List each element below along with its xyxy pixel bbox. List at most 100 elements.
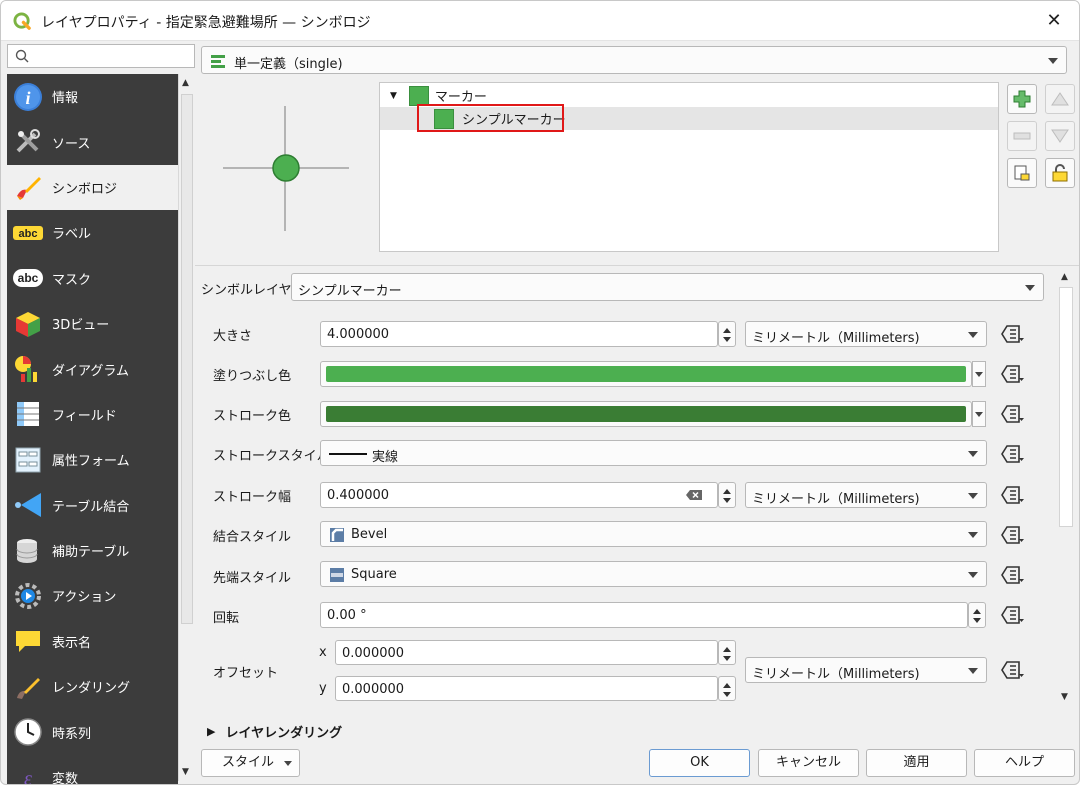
close-icon[interactable]: ✕ bbox=[1043, 10, 1065, 32]
move-up-button[interactable] bbox=[1045, 84, 1075, 114]
bevel-join-icon bbox=[330, 528, 344, 542]
stroke-color-dropdown[interactable] bbox=[972, 401, 986, 427]
size-unit-select[interactable]: ミリメートル（Millimeters) bbox=[745, 321, 987, 347]
scroll-down-icon[interactable]: ▼ bbox=[182, 767, 189, 777]
style-menu-button[interactable]: スタイル bbox=[201, 749, 300, 777]
scroll-thumb[interactable] bbox=[181, 94, 193, 624]
lock-icon bbox=[1052, 164, 1068, 182]
sidebar-item-diagram[interactable]: ダイアグラム bbox=[7, 346, 178, 391]
data-defined-override-icon[interactable] bbox=[999, 483, 1027, 507]
single-symbol-icon bbox=[211, 55, 225, 68]
offset-unit-select[interactable]: ミリメートル（Millimeters) bbox=[745, 657, 987, 683]
join-style-select[interactable]: Bevel bbox=[320, 521, 987, 547]
layer-rendering-toggle[interactable]: ▶ レイヤレンダリング bbox=[207, 722, 342, 741]
search-icon bbox=[15, 49, 29, 63]
cap-style-select[interactable]: Square bbox=[320, 561, 987, 587]
cap-style-label: 先端スタイル bbox=[213, 571, 292, 586]
lock-layer-button[interactable] bbox=[1045, 158, 1075, 188]
svg-text:i: i bbox=[25, 88, 30, 108]
stroke-style-label: ストロークスタイル bbox=[213, 449, 330, 464]
sidebar-item-display-name[interactable]: 表示名 bbox=[7, 619, 178, 664]
sidebar-item-label: マスク bbox=[52, 272, 92, 288]
sidebar-item-actions[interactable]: アクション bbox=[7, 573, 178, 618]
sidebar-item-label: 属性フォーム bbox=[52, 454, 130, 470]
window-title: レイヤプロパティ - 指定緊急避難場所 — シンボロジ bbox=[41, 15, 371, 31]
data-defined-override-icon[interactable] bbox=[999, 362, 1027, 386]
rotation-input[interactable]: 0.00 ° bbox=[320, 602, 968, 628]
sidebar-item-attribute-form[interactable]: 属性フォーム bbox=[7, 437, 178, 482]
scroll-thumb[interactable] bbox=[1059, 287, 1073, 527]
size-spinner[interactable] bbox=[718, 321, 736, 347]
apply-button[interactable]: 適用 bbox=[866, 749, 967, 777]
scroll-up-icon[interactable]: ▲ bbox=[182, 78, 189, 88]
sidebar-item-label: シンボロジ bbox=[52, 181, 118, 197]
sidebar-item-label: ソース bbox=[52, 136, 91, 152]
sidebar-scrollbar[interactable]: ▲ ▼ bbox=[178, 74, 195, 781]
chevron-down-icon bbox=[968, 668, 978, 674]
sidebar-item-rendering[interactable]: レンダリング bbox=[7, 664, 178, 709]
fill-color-dropdown[interactable] bbox=[972, 361, 986, 387]
move-down-button[interactable] bbox=[1045, 121, 1075, 151]
offset-y-input[interactable]: 0.000000 bbox=[335, 676, 718, 701]
sidebar-item-fields[interactable]: フィールド bbox=[7, 392, 178, 437]
sidebar-item-temporal[interactable]: 時系列 bbox=[7, 709, 178, 754]
sidebar-item-symbology[interactable]: シンボロジ bbox=[7, 164, 178, 211]
data-defined-override-icon[interactable] bbox=[999, 563, 1027, 587]
diagram-icon bbox=[12, 353, 44, 385]
join-style-label: 結合スタイル bbox=[213, 530, 292, 545]
data-defined-override-icon[interactable] bbox=[999, 402, 1027, 426]
mask-abc-icon: abc bbox=[12, 262, 44, 294]
renderer-select[interactable]: 単一定義（single) bbox=[201, 46, 1067, 74]
sidebar-item-auxiliary-table[interactable]: 補助テーブル bbox=[7, 528, 178, 573]
chevron-down-icon bbox=[975, 372, 983, 377]
svg-text:abc: abc bbox=[18, 271, 39, 285]
sidebar-search-input[interactable] bbox=[7, 44, 195, 68]
sidebar-item-info[interactable]: i 情報 bbox=[7, 74, 178, 119]
stroke-style-select[interactable]: 実線 bbox=[320, 440, 987, 466]
data-defined-override-icon[interactable] bbox=[999, 322, 1027, 346]
properties-scrollbar[interactable]: ▲ ▼ bbox=[1057, 269, 1075, 705]
offset-x-input[interactable]: 0.000000 bbox=[335, 640, 718, 665]
data-defined-override-icon[interactable] bbox=[999, 658, 1027, 682]
stroke-color-button[interactable] bbox=[320, 401, 972, 427]
sidebar-item-3d-view[interactable]: 3Dビュー bbox=[7, 301, 178, 346]
sidebar-item-mask[interactable]: abc マスク bbox=[7, 256, 178, 301]
sidebar-item-label: テーブル結合 bbox=[52, 499, 130, 515]
data-defined-override-icon[interactable] bbox=[999, 603, 1027, 627]
clear-icon[interactable] bbox=[685, 489, 703, 501]
offset-x-spinner[interactable] bbox=[718, 640, 736, 665]
sidebar-item-variables[interactable]: ε 変数 bbox=[7, 755, 178, 784]
sidebar-item-source[interactable]: ソース bbox=[7, 119, 178, 164]
size-label: 大きさ bbox=[213, 329, 253, 344]
size-input[interactable]: 4.000000 bbox=[320, 321, 718, 347]
expand-triangle-icon[interactable]: ▼ bbox=[390, 91, 397, 101]
style-button-label: スタイル bbox=[222, 755, 275, 770]
symbology-brush-icon bbox=[12, 171, 44, 203]
variables-icon: ε bbox=[12, 762, 44, 784]
ok-button[interactable]: OK bbox=[649, 749, 750, 777]
symbol-layer-tree: ▼ マーカー シンプルマーカー bbox=[379, 82, 999, 252]
plus-icon bbox=[1013, 90, 1031, 108]
sidebar-item-label: 情報 bbox=[52, 91, 79, 107]
rotation-value: 0.00 ° bbox=[327, 608, 367, 623]
chevron-down-icon bbox=[968, 493, 978, 499]
sidebar-item-table-join[interactable]: テーブル結合 bbox=[7, 483, 178, 528]
rotation-spinner[interactable] bbox=[968, 602, 986, 628]
symbol-layer-type-select[interactable]: シンプルマーカー bbox=[291, 273, 1044, 301]
stroke-width-input[interactable]: 0.400000 bbox=[320, 482, 718, 508]
sidebar-item-label: フィールド bbox=[52, 408, 117, 424]
data-defined-override-icon[interactable] bbox=[999, 523, 1027, 547]
stroke-width-unit-select[interactable]: ミリメートル（Millimeters) bbox=[745, 482, 987, 508]
duplicate-layer-button[interactable] bbox=[1007, 158, 1037, 188]
scroll-down-icon[interactable]: ▼ bbox=[1061, 692, 1068, 702]
stroke-width-spinner[interactable] bbox=[718, 482, 736, 508]
cancel-button[interactable]: キャンセル bbox=[758, 749, 859, 777]
remove-layer-button[interactable] bbox=[1007, 121, 1037, 151]
sidebar-item-labels[interactable]: abc ラベル bbox=[7, 210, 178, 255]
add-layer-button[interactable] bbox=[1007, 84, 1037, 114]
offset-y-spinner[interactable] bbox=[718, 676, 736, 701]
help-button[interactable]: ヘルプ bbox=[974, 749, 1075, 777]
fill-color-button[interactable] bbox=[320, 361, 972, 387]
scroll-up-icon[interactable]: ▲ bbox=[1061, 272, 1068, 282]
data-defined-override-icon[interactable] bbox=[999, 442, 1027, 466]
